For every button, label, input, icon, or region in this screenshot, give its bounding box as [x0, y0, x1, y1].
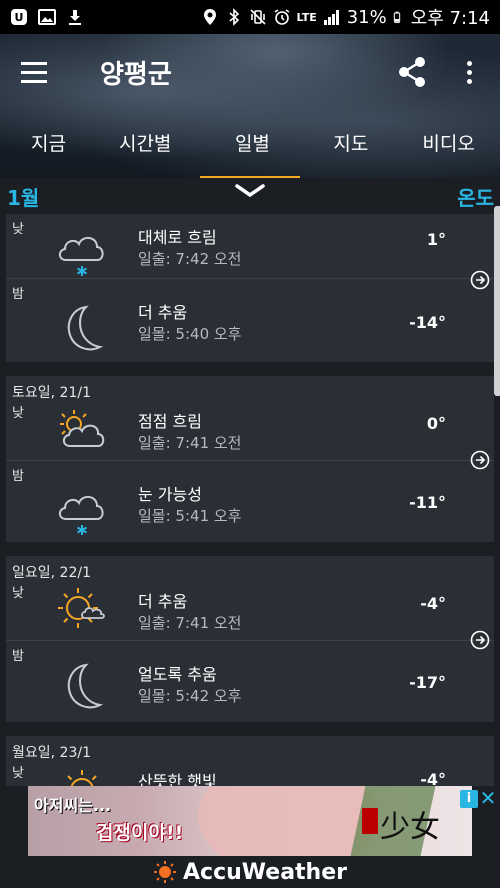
- day-row: 낮 산뜻한 햇빛 -4°: [6, 758, 494, 786]
- ad-title: 少女: [380, 810, 440, 845]
- sunrise-text: 일출: 7:42 오전: [138, 250, 242, 268]
- temperature-low: -17°: [409, 673, 446, 692]
- day-card[interactable]: 낮 대체로 흐림 일출: 7:42 오전 1° 밤 더 추움 일몰: 5:40 …: [6, 214, 494, 362]
- sunrise-text: 일출: 7:41 오전: [138, 614, 242, 632]
- arrow-right-circle-icon[interactable]: [470, 450, 490, 470]
- condition-text: 눈 가능성: [138, 485, 202, 504]
- location-icon: [203, 9, 216, 25]
- arrow-right-circle-icon[interactable]: [470, 270, 490, 290]
- period-label: 낮: [12, 586, 24, 601]
- clock: 오후 7:14: [410, 8, 490, 29]
- condition-text: 얼도록 추움: [138, 665, 217, 684]
- night-row: 밤 얼도록 추움 일몰: 5:42 오후 -17°: [6, 640, 494, 724]
- tab-bar: 지금 시간별 일별 지도 비디오: [0, 124, 500, 189]
- ad-banner[interactable]: 아저씨는... 겁쟁이야!! 少女 i ✕: [0, 786, 500, 856]
- period-label: 낮: [12, 406, 24, 421]
- ad-text-line2: 겁쟁이야!!: [96, 822, 184, 844]
- month-bar: 1월 온도: [0, 178, 500, 214]
- month-label: 1월: [7, 186, 40, 210]
- temperature-high: -4°: [420, 594, 446, 613]
- more-options-icon[interactable]: [452, 52, 486, 92]
- signal-icon: [323, 10, 339, 25]
- sun-icon: [67, 770, 97, 786]
- temperature-high: -4°: [420, 770, 446, 786]
- night-row: 밤 더 추움 일몰: 5:40 오후 -14°: [6, 278, 494, 362]
- bluetooth-icon: [228, 8, 239, 26]
- partly-cloudy-icon: [60, 410, 105, 447]
- period-label: 낮: [12, 222, 24, 237]
- hamburger-icon: [21, 59, 47, 86]
- tab-hourly[interactable]: 시간별: [119, 124, 171, 178]
- condition-text: 산뜻한 햇빛: [138, 772, 217, 786]
- menu-button[interactable]: [0, 34, 68, 110]
- battery-icon: [393, 11, 400, 23]
- ad-choices-icon[interactable]: i: [460, 790, 478, 808]
- vibrate-mute-icon: [249, 9, 266, 25]
- sunrise-text: 일출: 7:41 오전: [138, 434, 242, 452]
- daily-forecast-list[interactable]: 낮 대체로 흐림 일출: 7:42 오전 1° 밤 더 추움 일몰: 5:40 …: [0, 214, 500, 786]
- svg-text:U: U: [15, 11, 24, 24]
- image-icon: [38, 9, 56, 25]
- cloud-snow-icon: [58, 496, 104, 535]
- condition-text: 점점 흐림: [138, 412, 202, 431]
- sun-logo-icon: [154, 861, 177, 883]
- condition-text: 더 추움: [138, 592, 188, 611]
- moon-icon: [67, 305, 104, 351]
- tab-map[interactable]: 지도: [333, 124, 368, 178]
- battery-percent: 31%: [346, 6, 387, 28]
- scroll-handle[interactable]: [494, 206, 500, 396]
- brand-name: AccuWeather: [183, 859, 347, 885]
- moon-icon: [67, 663, 104, 709]
- status-bar: U LTE 31% 오후 7:14: [0, 0, 500, 34]
- ad-text-line1: 아저씨는...: [34, 796, 112, 815]
- period-label: 밤: [12, 287, 24, 302]
- alarm-icon: [274, 9, 289, 25]
- day-card[interactable]: 일요일, 22/1 낮 더 추움 일출: 7:41 오전 -4° 밤 얼도록 추…: [6, 556, 494, 722]
- temperature-high: 1°: [426, 230, 446, 249]
- sun-cloud-icon: [58, 588, 105, 628]
- app-notification-icon: U: [11, 9, 27, 25]
- close-icon[interactable]: ✕: [478, 788, 498, 808]
- temperature-toggle[interactable]: 온도: [457, 182, 494, 211]
- ad-image[interactable]: 아저씨는... 겁쟁이야!! 少女: [28, 786, 472, 856]
- day-card[interactable]: 토요일, 21/1 낮 점점 흐림 일출: 7:41 오전 0° 밤 눈 가능성…: [6, 376, 494, 542]
- period-label: 밤: [12, 649, 24, 664]
- chevron-down-icon[interactable]: [234, 182, 266, 200]
- tab-daily[interactable]: 일별: [225, 124, 280, 189]
- sunset-text: 일몰: 5:42 오후: [138, 687, 242, 705]
- temperature-low: -14°: [409, 313, 446, 332]
- tab-video[interactable]: 비디오: [422, 124, 474, 178]
- period-label: 낮: [12, 766, 24, 781]
- arrow-right-circle-icon[interactable]: [470, 630, 490, 650]
- period-label: 밤: [12, 469, 24, 484]
- night-row: 밤 눈 가능성 일몰: 5:41 오후 -11°: [6, 460, 494, 544]
- tab-now[interactable]: 지금: [31, 124, 66, 178]
- cloud-snow-icon: [58, 237, 104, 276]
- condition-text: 대체로 흐림: [138, 228, 217, 247]
- ad-stamp: [362, 808, 378, 834]
- app-bar: 양평군: [0, 34, 500, 110]
- condition-text: 더 추움: [138, 303, 188, 322]
- temperature-low: -11°: [409, 493, 446, 512]
- sunset-text: 일몰: 5:40 오후: [138, 325, 242, 343]
- download-icon: [69, 10, 81, 25]
- network-type: LTE: [296, 10, 317, 24]
- day-card[interactable]: 월요일, 23/1 낮 산뜻한 햇빛 -4°: [6, 736, 494, 786]
- footer: AccuWeather: [0, 856, 500, 888]
- location-title[interactable]: 양평군: [100, 54, 172, 91]
- temperature-high: 0°: [426, 414, 446, 433]
- header: 양평군 지금 시간별 일별 지도 비디오: [0, 34, 500, 189]
- share-icon[interactable]: [392, 52, 432, 92]
- sunset-text: 일몰: 5:41 오후: [138, 507, 242, 525]
